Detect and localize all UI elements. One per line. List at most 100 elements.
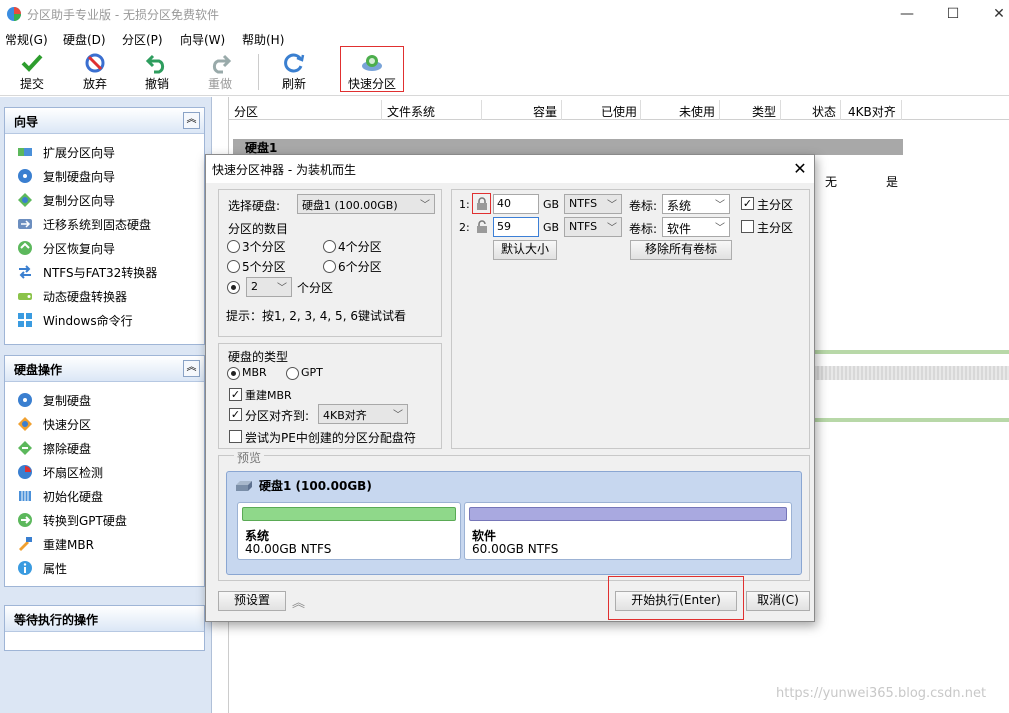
partition-2-label-dropdown[interactable]: 软件 ﹀ [662, 217, 730, 237]
radio-5-partitions[interactable] [227, 260, 240, 273]
radio-3-label: 3个分区 [242, 240, 286, 254]
radio-mbr-label: MBR [242, 366, 267, 379]
chevron-down-icon: ﹀ [393, 410, 403, 421]
preview-partition-2-bar [469, 507, 787, 521]
radio-mbr[interactable] [227, 367, 240, 380]
dynamic-disk-icon [18, 293, 32, 300]
partition-1-primary-checkbox[interactable]: ✓ [741, 197, 754, 210]
partition-count-group: 选择硬盘: 硬盘1 (100.00GB) ﹀ 分区的数目 3个分区 4个分区 5… [218, 189, 442, 337]
rebuild-mbr-icon [19, 537, 32, 551]
sidebar-item-label: 擦除硬盘 [43, 442, 92, 456]
redo-button[interactable]: 重做 [194, 50, 246, 94]
cancel-button[interactable]: 取消(C) [746, 591, 810, 611]
minimize-button[interactable]: — [884, 0, 930, 28]
partition-1-name: 系统 [667, 199, 692, 213]
align-dropdown[interactable]: 4KB对齐 ﹀ [318, 404, 408, 424]
partition-2-primary-checkbox[interactable] [741, 220, 754, 233]
disk-map-strip [815, 418, 1009, 422]
radio-custom-partitions[interactable] [227, 281, 240, 294]
preview-partition-2[interactable]: 软件 60.00GB NTFS [464, 502, 792, 560]
disk-group-row[interactable]: 硬盘1 [233, 139, 903, 155]
pe-letter-label: 尝试为PE中创建的分区分配盘符 [245, 431, 416, 445]
radio-gpt[interactable] [286, 367, 299, 380]
commit-button[interactable]: 提交 [6, 50, 58, 94]
select-disk-label: 选择硬盘: [228, 199, 281, 213]
pending-panel: 等待执行的操作 [4, 605, 205, 651]
disk-ops-panel-header: 硬盘操作 ︽ [5, 356, 204, 382]
properties-icon [18, 561, 32, 575]
col-sep [640, 100, 641, 120]
align-checkbox[interactable]: ✓ [229, 408, 242, 421]
rebuild-mbr-checkbox[interactable]: ✓ [229, 388, 242, 401]
col-capacity[interactable]: 容量 [533, 103, 557, 120]
sidebar-item-label: 扩展分区向导 [43, 146, 116, 160]
pe-letter-checkbox[interactable] [229, 430, 242, 443]
expand-icon[interactable]: ︽ [292, 592, 305, 611]
sidebar-item-label: Windows命令行 [43, 314, 133, 328]
chevron-down-icon: ﹀ [715, 223, 725, 234]
partition-1-fs: NTFS [569, 197, 598, 210]
radio-6-partitions[interactable] [323, 260, 336, 273]
custom-count-dropdown[interactable]: 2 ﹀ [246, 277, 292, 297]
sidebar-item-label: 分区恢复向导 [43, 242, 116, 256]
dialog-close-button[interactable]: ✕ [788, 157, 812, 181]
preset-button[interactable]: 预设置 [218, 591, 286, 611]
col-unused[interactable]: 未使用 [679, 103, 715, 120]
col-filesystem[interactable]: 文件系统 [387, 103, 435, 120]
remove-labels-button[interactable]: 移除所有卷标 [630, 240, 732, 260]
title-bar: 分区助手专业版 - 无损分区免费软件 — ☐ ✕ [0, 0, 1009, 28]
rebuild-mbr-label: 重建MBR [245, 389, 292, 402]
commit-label: 提交 [19, 77, 44, 91]
disk-ops-collapse-button[interactable]: ︽ [183, 360, 200, 377]
radio-4-partitions[interactable] [323, 240, 336, 253]
convert-icon [19, 265, 31, 279]
partition-2-name: 软件 [667, 222, 692, 236]
menu-bar: 常规(G) 硬盘(D) 分区(P) 向导(W) 帮助(H) [0, 28, 1009, 48]
partition-1-index: 1: [459, 198, 470, 211]
col-partition[interactable]: 分区 [234, 103, 258, 120]
col-type[interactable]: 类型 [752, 103, 776, 120]
toolbar: 提交 放弃 撤销 重做 刷新 快速分区 [0, 48, 1009, 96]
default-size-button[interactable]: 默认大小 [493, 240, 557, 260]
col-status[interactable]: 状态 [812, 103, 836, 120]
redo-label: 重做 [207, 77, 232, 91]
partition-2-fs-dropdown[interactable]: NTFS ﹀ [564, 217, 622, 237]
partition-1-size-input[interactable]: 40 [493, 194, 539, 214]
menu-disk[interactable]: 硬盘(D) [63, 31, 106, 48]
maximize-button[interactable]: ☐ [930, 0, 976, 28]
menu-general[interactable]: 常规(G) [5, 31, 48, 48]
col-sep [381, 100, 382, 120]
chevron-down-icon: ﹀ [607, 223, 617, 234]
wizard-collapse-button[interactable]: ︽ [183, 112, 200, 129]
col-4k-align[interactable]: 4KB对齐 [848, 103, 896, 120]
redo-icon [212, 54, 232, 74]
menu-partition[interactable]: 分区(P) [122, 31, 163, 48]
discard-button[interactable]: 放弃 [69, 50, 121, 94]
undo-button[interactable]: 撤销 [131, 50, 183, 94]
preview-partition-1[interactable]: 系统 40.00GB NTFS [237, 502, 461, 560]
quick-partition-highlight [340, 46, 404, 92]
undo-icon [145, 54, 165, 74]
col-used[interactable]: 已使用 [601, 103, 637, 120]
app-logo-icon [7, 7, 21, 21]
preview-partition-1-bar [242, 507, 456, 521]
disk-type-group: 硬盘的类型 MBR GPT ✓ 重建MBR ✓ 分区对齐到: 4KB对齐 ﹀ 尝… [218, 343, 442, 449]
partition-count-label: 分区的数目 [228, 222, 289, 236]
close-window-button[interactable]: ✕ [976, 0, 1009, 28]
menu-wizard[interactable]: 向导(W) [180, 31, 225, 48]
menu-help[interactable]: 帮助(H) [242, 31, 284, 48]
partition-1-label-dropdown[interactable]: 系统 ﹀ [662, 194, 730, 214]
dialog-title-bar: 快速分区神器 - 为装机而生 ✕ [206, 155, 814, 183]
unlock-icon[interactable] [476, 220, 488, 234]
refresh-button[interactable]: 刷新 [268, 50, 320, 94]
dialog-title: 快速分区神器 - 为装机而生 [212, 163, 356, 177]
partition-2-size-input[interactable]: 59 [493, 217, 539, 237]
radio-3-partitions[interactable] [227, 240, 240, 253]
radio-5-label: 5个分区 [242, 260, 286, 274]
toolbar-separator [258, 54, 259, 90]
select-disk-dropdown[interactable]: 硬盘1 (100.00GB) ﹀ [297, 194, 435, 214]
copy-disk-icon [18, 393, 32, 407]
partition-1-fs-dropdown[interactable]: NTFS ﹀ [564, 194, 622, 214]
preview-partition-1-size: 40.00GB NTFS [245, 542, 332, 556]
partition-1-primary-label: 主分区 [757, 198, 794, 212]
